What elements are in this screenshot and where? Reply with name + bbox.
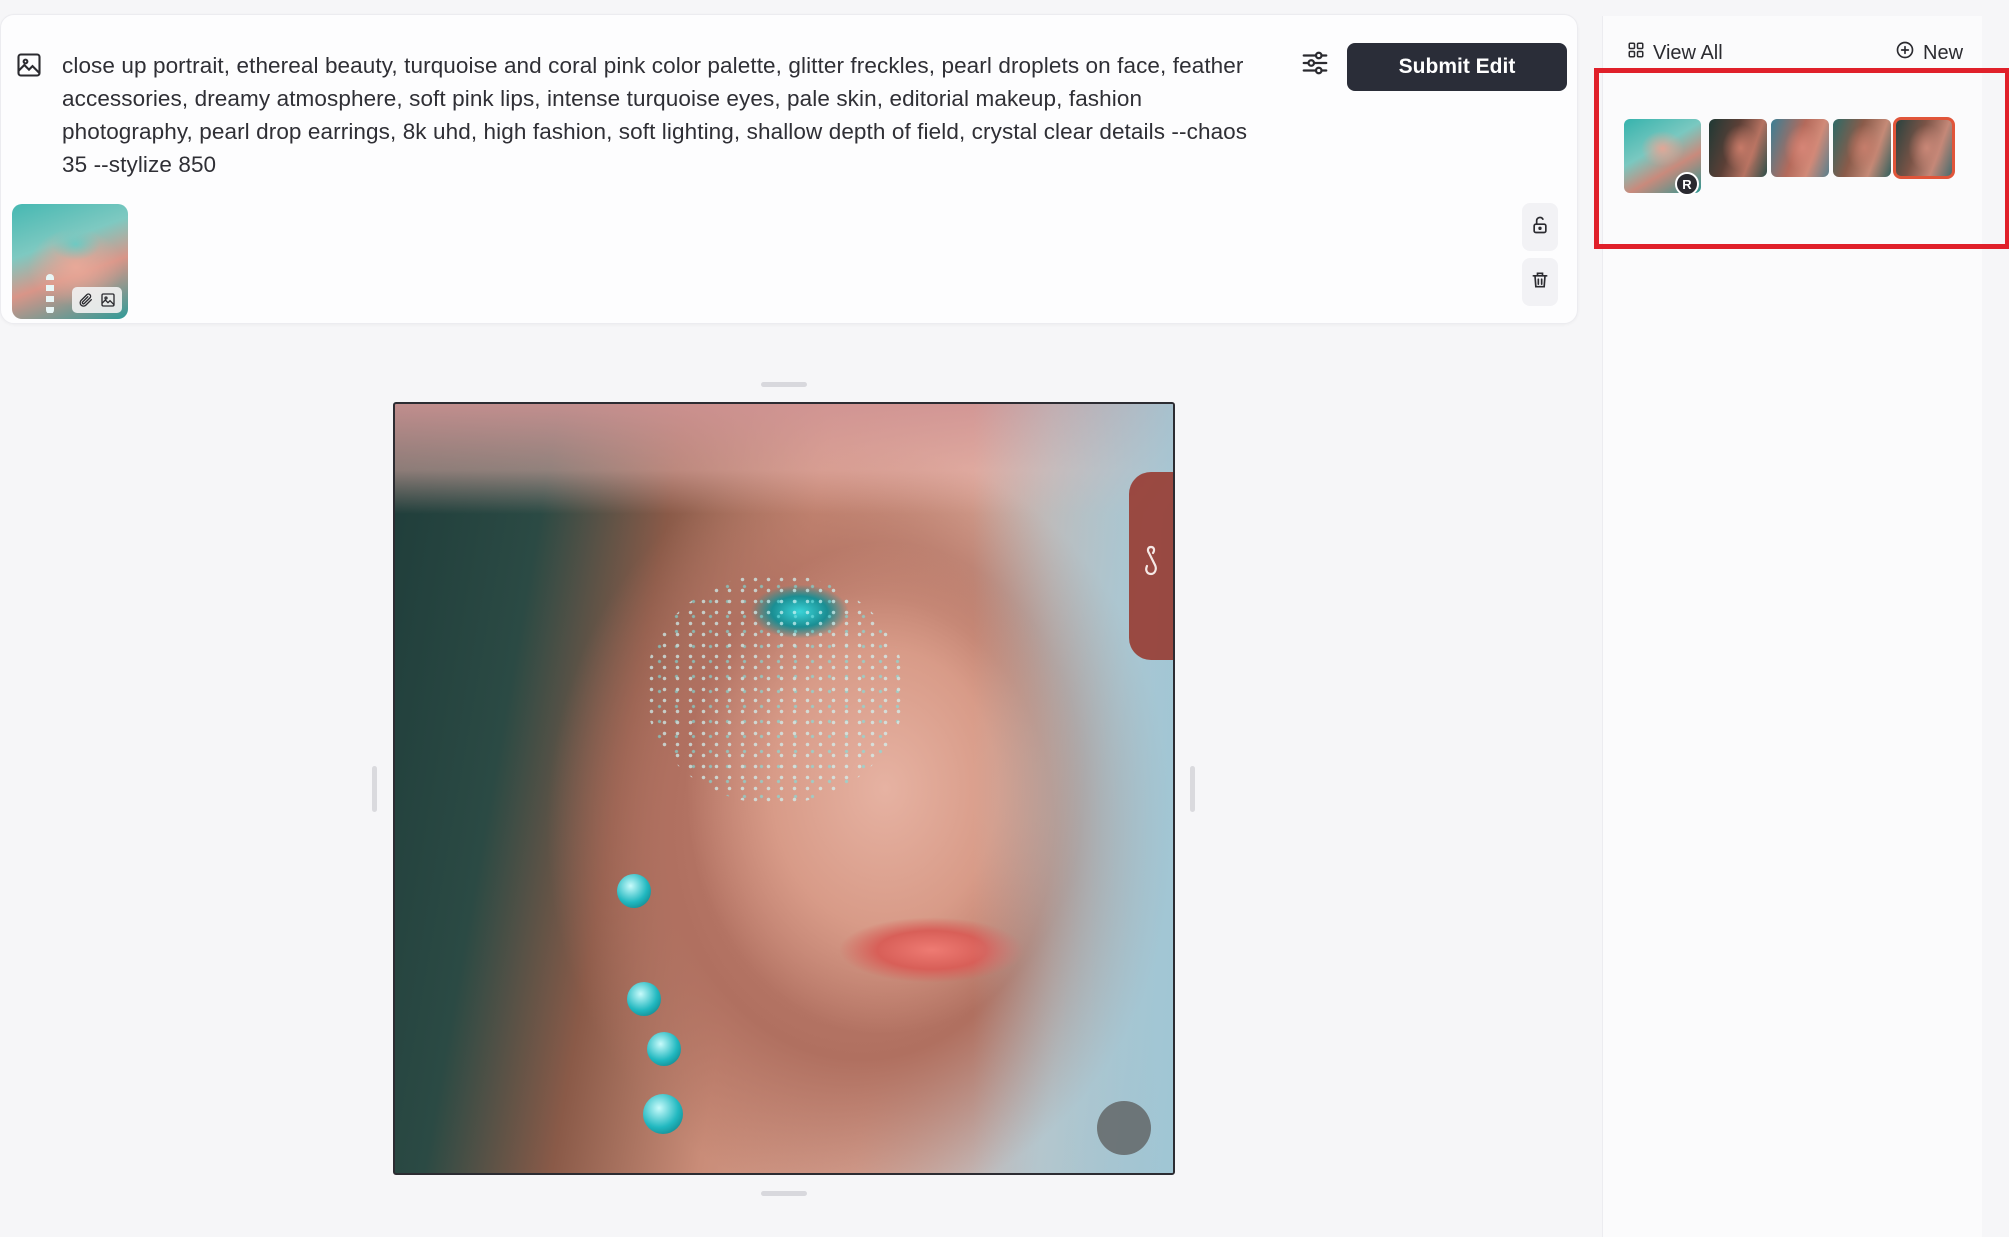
thumbnail-earring xyxy=(46,274,54,314)
new-label: New xyxy=(1923,41,1964,64)
resize-handle-bottom[interactable] xyxy=(761,1191,807,1196)
sliders-icon xyxy=(1300,48,1330,83)
variation-thumbnail-1[interactable] xyxy=(1709,119,1767,177)
view-all-label: View All xyxy=(1653,41,1723,64)
prompt-text[interactable]: close up portrait, ethereal beauty, turq… xyxy=(62,49,1278,181)
variation-thumbnail-4[interactable] xyxy=(1893,117,1955,179)
settings-button[interactable] xyxy=(1297,47,1333,83)
submit-edit-button[interactable]: Submit Edit xyxy=(1347,43,1567,91)
resize-handle-left[interactable] xyxy=(372,766,377,812)
new-button[interactable]: New xyxy=(1895,38,1963,68)
delete-button[interactable] xyxy=(1522,258,1558,306)
reference-badge: R xyxy=(1675,172,1699,196)
trash-icon xyxy=(1530,270,1550,295)
image-side-tab[interactable] xyxy=(1129,472,1173,660)
pearl-earring xyxy=(643,1094,683,1134)
variation-thumbnail-2[interactable] xyxy=(1771,119,1829,177)
resize-handle-right[interactable] xyxy=(1190,766,1195,812)
glitter-freckles xyxy=(645,574,905,804)
image-reference-icon[interactable] xyxy=(98,290,118,310)
grid-icon xyxy=(1627,41,1645,65)
variation-thumbnail-3[interactable] xyxy=(1833,119,1891,177)
pearl-earring xyxy=(647,1032,681,1066)
lock-open-icon xyxy=(1530,215,1550,240)
thumbnail-badges xyxy=(72,287,122,313)
pearl-earring xyxy=(617,874,651,908)
image-icon xyxy=(15,51,43,79)
lock-button[interactable] xyxy=(1522,203,1558,251)
view-all-button[interactable]: View All xyxy=(1627,38,1723,68)
paperclip-icon[interactable] xyxy=(76,290,96,310)
generated-image[interactable] xyxy=(393,402,1175,1175)
image-action-dot[interactable] xyxy=(1097,1101,1151,1155)
variations-panel: View All New xyxy=(1602,16,1982,1237)
pin-icon xyxy=(1140,544,1162,589)
resize-handle-top[interactable] xyxy=(761,382,807,387)
plus-circle-icon xyxy=(1895,40,1915,66)
pearl-earring xyxy=(627,982,661,1016)
prompt-card: close up portrait, ethereal beauty, turq… xyxy=(0,14,1578,324)
reference-image-thumbnail[interactable] xyxy=(12,204,128,319)
